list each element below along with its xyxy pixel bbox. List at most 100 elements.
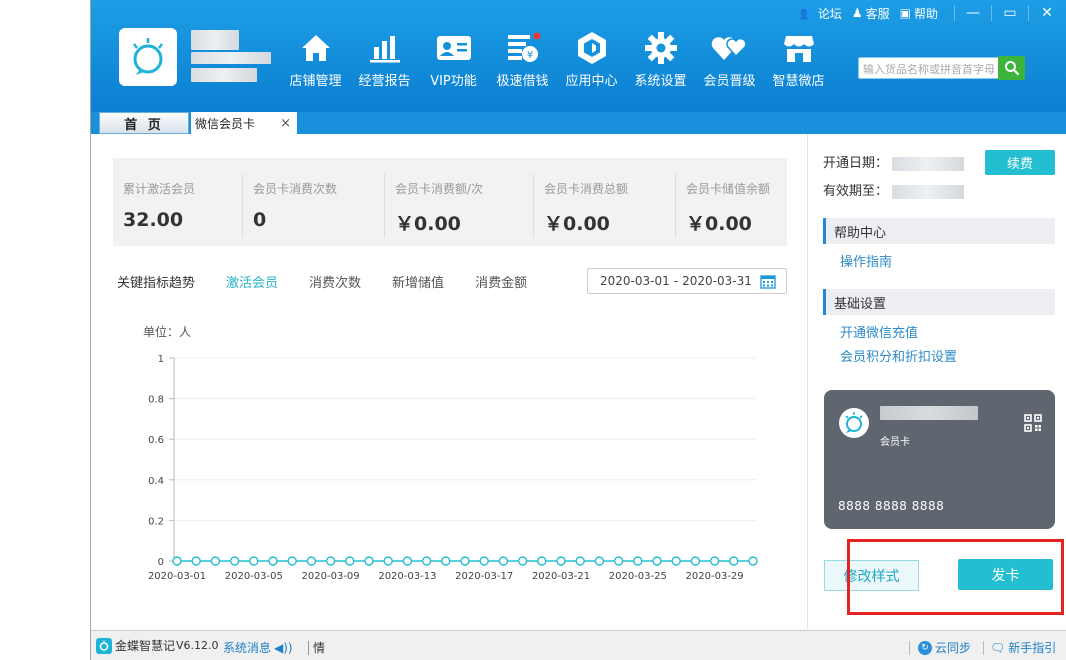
tab-label: 微信会员卡 bbox=[195, 116, 256, 131]
card-logo-icon bbox=[839, 408, 869, 438]
app-cube-icon bbox=[575, 30, 609, 66]
data-point bbox=[249, 556, 259, 566]
trend-tabs: 关键指标趋势 激活会员 消费次数 新增储值 消费金额 bbox=[117, 272, 558, 291]
nav-system-settings[interactable]: 系统设置 bbox=[626, 30, 695, 89]
tab-close-icon[interactable]: × bbox=[280, 116, 291, 131]
header: 👥 论坛 ♟ 客服 ▣ 帮助 — ▭ ✕ 店铺管理 经营报告 VIP功能 ¥ 极… bbox=[91, 0, 1066, 112]
forum-link[interactable]: 👥 论坛 bbox=[800, 5, 842, 22]
service-link[interactable]: ♟ 客服 bbox=[852, 5, 890, 22]
data-point bbox=[191, 556, 201, 566]
gear-icon bbox=[644, 30, 678, 66]
data-point bbox=[364, 556, 374, 566]
data-point bbox=[210, 556, 221, 566]
separator bbox=[1028, 5, 1029, 21]
y-tick-label: 0.8 bbox=[148, 395, 164, 406]
date-separator: - bbox=[673, 274, 679, 288]
search-button[interactable] bbox=[998, 56, 1025, 80]
x-tick-label: 2020-03-01 bbox=[148, 571, 206, 582]
maximize-button[interactable]: ▭ bbox=[998, 3, 1022, 23]
search-input[interactable]: 输入货品名称或拼音首字母 bbox=[858, 57, 1001, 79]
nav-quick-loan[interactable]: ¥ 极速借钱 bbox=[488, 30, 557, 89]
renew-button[interactable]: 续费 bbox=[985, 150, 1055, 175]
nav-vip[interactable]: VIP功能 bbox=[419, 30, 488, 89]
card-number: 8888 8888 8888 bbox=[838, 499, 945, 513]
x-tick-label: 2020-03-21 bbox=[532, 571, 590, 582]
y-tick-label: 0.6 bbox=[148, 435, 164, 446]
trend-tab-consume-count[interactable]: 消费次数 bbox=[309, 272, 361, 291]
stat-total-consume: 会员卡消费总额 ￥0.00 bbox=[534, 158, 676, 246]
data-point bbox=[709, 556, 720, 566]
data-point bbox=[172, 556, 182, 566]
member-card-preview: 会员卡 8888 8888 8888 bbox=[824, 390, 1055, 529]
separator bbox=[991, 5, 992, 21]
card-type-label: 会员卡 bbox=[880, 437, 910, 448]
money-icon: ¥ bbox=[505, 30, 541, 66]
date-range-picker[interactable]: 2020-03-01 - 2020-03-31 bbox=[587, 268, 787, 294]
nav-member-upgrade[interactable]: 会员晋级 bbox=[695, 30, 764, 89]
operation-guide-link[interactable]: 操作指南 bbox=[840, 251, 892, 270]
service-icon: ♟ bbox=[851, 6, 863, 20]
end-date: 2020-03-31 bbox=[682, 274, 752, 288]
nav-smart-shop[interactable]: 智慧微店 bbox=[764, 30, 833, 89]
qr-code-icon[interactable] bbox=[1024, 414, 1042, 432]
trend-tab-activated[interactable]: 激活会员 bbox=[226, 272, 278, 291]
minimize-button[interactable]: — bbox=[961, 3, 985, 23]
close-button[interactable]: ✕ bbox=[1035, 3, 1059, 23]
x-tick-label: 2020-03-17 bbox=[455, 571, 513, 582]
tab-wechat-member-card[interactable]: 微信会员卡 × bbox=[191, 112, 297, 134]
data-point bbox=[383, 556, 393, 566]
trend-tab-new-stored[interactable]: 新增储值 bbox=[392, 272, 444, 291]
data-point bbox=[402, 556, 413, 566]
data-point bbox=[671, 556, 681, 566]
x-tick-label: 2020-03-09 bbox=[302, 571, 360, 582]
nav-app-center[interactable]: 应用中心 bbox=[557, 30, 626, 89]
data-point bbox=[748, 556, 758, 566]
shop-icon bbox=[782, 30, 816, 66]
guide-icon: 🗨 bbox=[990, 640, 1006, 655]
tab-home[interactable]: 首 页 bbox=[99, 112, 189, 134]
hearts-icon bbox=[710, 30, 750, 66]
trend-title: 关键指标趋势 bbox=[117, 276, 196, 291]
data-point bbox=[345, 556, 355, 566]
data-point bbox=[633, 556, 643, 566]
status-extra: 情 bbox=[308, 639, 325, 656]
expiry-row: 有效期至： bbox=[823, 180, 965, 199]
beginner-guide[interactable]: 🗨 新手指引 bbox=[983, 639, 1056, 656]
y-tick-label: 1 bbox=[158, 354, 164, 365]
shop-name-redacted bbox=[191, 30, 271, 82]
app-logo bbox=[119, 28, 177, 86]
stat-activated-members: 累计激活会员 32.00 bbox=[113, 158, 243, 246]
tab-bar: 首 页 微信会员卡 × bbox=[91, 112, 1066, 134]
help-link[interactable]: ▣ 帮助 bbox=[900, 5, 938, 22]
system-message[interactable]: 系统消息 ◀)) bbox=[223, 639, 293, 656]
expiry-label: 有效期至： bbox=[823, 184, 889, 199]
app-version: 金蝶智慧记 V6.12.0 bbox=[96, 637, 219, 654]
stat-avg-consume: 会员卡消费额/次 ￥0.00 bbox=[385, 158, 534, 246]
help-center-header: 帮助中心 bbox=[823, 218, 1055, 244]
trend-tab-consume-amount[interactable]: 消费金额 bbox=[475, 272, 527, 291]
data-point bbox=[537, 556, 547, 566]
app-logo-icon bbox=[96, 637, 112, 654]
data-point bbox=[517, 556, 528, 566]
data-point bbox=[556, 556, 566, 566]
help-icon: ▣ bbox=[899, 6, 911, 20]
open-date-row: 开通日期： bbox=[823, 152, 965, 171]
x-tick-label: 2020-03-25 bbox=[609, 571, 667, 582]
cloud-sync[interactable]: ↻ 云同步 bbox=[909, 639, 971, 656]
issue-card-button[interactable]: 发卡 bbox=[958, 559, 1053, 590]
points-discount-link[interactable]: 会员积分和折扣设置 bbox=[840, 346, 957, 365]
basic-settings-header: 基础设置 bbox=[823, 289, 1055, 315]
x-tick-label: 2020-03-05 bbox=[225, 571, 283, 582]
sync-icon: ↻ bbox=[918, 640, 932, 655]
nav-business-report[interactable]: 经营报告 bbox=[350, 30, 419, 89]
calendar-icon[interactable] bbox=[760, 274, 776, 292]
wechat-recharge-link[interactable]: 开通微信充值 bbox=[840, 322, 918, 341]
y-tick-label: 0.2 bbox=[148, 516, 164, 527]
data-point bbox=[229, 556, 240, 566]
svg-text:¥: ¥ bbox=[526, 50, 532, 61]
nav-store-management[interactable]: 店铺管理 bbox=[281, 30, 350, 89]
forum-icon: 👥 bbox=[799, 6, 815, 20]
x-tick-label: 2020-03-29 bbox=[686, 571, 744, 582]
data-point bbox=[268, 556, 278, 566]
data-point bbox=[575, 556, 585, 566]
